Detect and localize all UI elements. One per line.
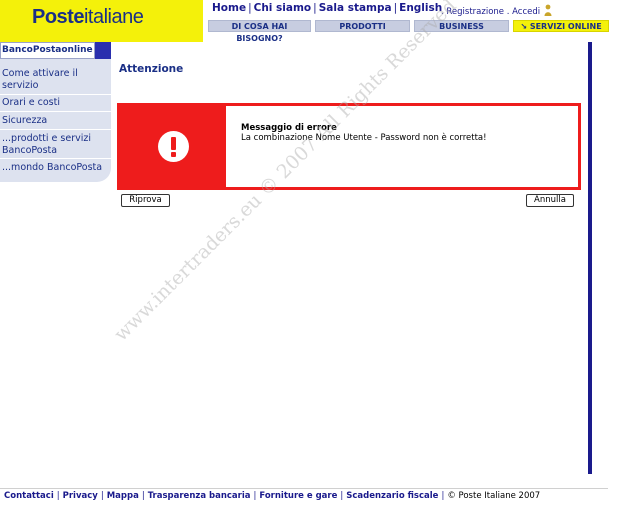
tab-servizi-online[interactable]: ↘ SERVIZI ONLINE — [513, 20, 609, 32]
right-border-bar — [588, 42, 592, 474]
footer-divider — [0, 488, 608, 489]
cancel-button[interactable]: Annulla — [526, 194, 574, 207]
nav-sala-stampa-link[interactable]: Sala stampa — [319, 2, 392, 14]
arrow-icon: ↘ — [520, 22, 528, 31]
error-text: La combinazione Nome Utente - Password n… — [241, 133, 487, 143]
accedi-link[interactable]: . Accedi — [507, 7, 540, 17]
sidebar-divider — [0, 111, 111, 112]
footer-link-scadenzario-fiscale[interactable]: Scadenzario fiscale — [346, 491, 438, 501]
exclamation-icon — [158, 131, 189, 162]
tab-prodotti[interactable]: PRODOTTI — [315, 20, 410, 32]
footer-link-privacy[interactable]: Privacy — [63, 491, 98, 501]
tab-servizi-online-label: SERVIZI ONLINE — [529, 22, 602, 31]
sidebar-divider — [0, 129, 111, 130]
user-icon — [544, 4, 552, 16]
poste-italiane-logo: Posteitaliane — [32, 6, 144, 28]
sidebar: BancoPostaonline Come attivare il serviz… — [0, 42, 111, 182]
footer-link-forniture-e-gare[interactable]: Forniture e gare — [259, 491, 337, 501]
sidebar-title: BancoPostaonline — [0, 42, 95, 59]
top-nav: Home | Chi siamo | Sala stampa | English — [212, 2, 443, 14]
tab-di-cosa-hai-bisogno[interactable]: DI COSA HAI BISOGNO? — [208, 20, 311, 43]
retry-button[interactable]: Riprova — [121, 194, 170, 207]
sidebar-item-sicurezza[interactable]: Sicurezza — [2, 115, 106, 127]
logo[interactable]: Posteitaliane — [0, 0, 203, 42]
sidebar-item-orari-e-costi[interactable]: Orari e costi — [2, 97, 106, 109]
footer-link-contattaci[interactable]: Contattaci — [4, 491, 54, 501]
sidebar-item-prodotti-servizi[interactable]: ...prodotti e servizi BancoPosta — [2, 133, 106, 157]
copyright: © Poste Italiane 2007 — [447, 491, 541, 501]
footer-link-mappa[interactable]: Mappa — [107, 491, 139, 501]
sidebar-title-block — [95, 42, 111, 59]
footer-link-trasparenza-bancaria[interactable]: Trasparenza bancaria — [148, 491, 251, 501]
sidebar-divider — [0, 94, 111, 95]
nav-chi-siamo-link[interactable]: Chi siamo — [254, 2, 312, 14]
error-icon-panel — [120, 106, 226, 187]
footer: Contattaci | Privacy | Mappa | Trasparenza ban… — [4, 491, 541, 501]
page-title: Attenzione — [119, 63, 184, 75]
nav-home-link[interactable]: Home — [212, 2, 246, 14]
sidebar-divider — [0, 158, 111, 159]
sidebar-item-come-attivare[interactable]: Come attivare il servizio — [2, 68, 106, 92]
sidebar-item-mondo-bancoposta[interactable]: ...mondo BancoPosta — [2, 162, 106, 174]
